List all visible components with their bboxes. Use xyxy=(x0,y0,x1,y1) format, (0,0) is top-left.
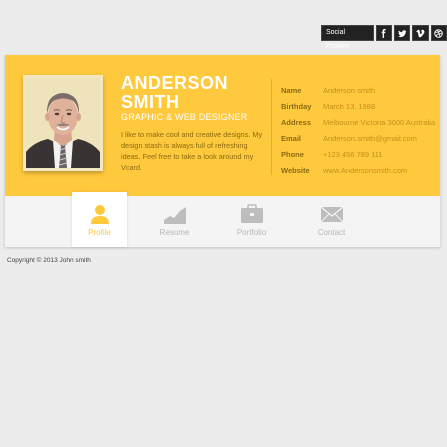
tab-label: Profile xyxy=(88,228,111,237)
vimeo-icon xyxy=(416,29,425,37)
info-value: March 13, 1988 xyxy=(323,101,376,111)
info-value: Anderson smith xyxy=(323,85,376,95)
envelope-icon xyxy=(320,206,343,223)
profile-name: ANDERSON SMITH xyxy=(121,74,228,112)
tab-contact[interactable]: Contact xyxy=(304,192,359,247)
info-key: Email xyxy=(281,133,302,143)
chart-icon xyxy=(163,207,186,224)
facebook-button[interactable] xyxy=(375,25,392,41)
tab-label: Contact xyxy=(317,228,346,237)
portrait-image xyxy=(26,78,100,168)
first-name: ANDERSON xyxy=(121,73,229,93)
tab-portfolio[interactable]: Portfolio xyxy=(224,192,279,247)
social-profiles-label: Social Profiles xyxy=(321,25,374,50)
twitter-icon xyxy=(397,29,407,37)
profile-header: ANDERSON SMITH GRAPHIC & WEB DESIGNER I … xyxy=(5,55,440,196)
info-row-phone: Phone +123 456 789 111 xyxy=(281,146,435,162)
info-key: Name xyxy=(281,85,302,95)
vcard: ANDERSON SMITH GRAPHIC & WEB DESIGNER I … xyxy=(5,55,440,247)
dribbble-button[interactable] xyxy=(430,25,447,41)
user-icon xyxy=(90,205,109,224)
info-row-name: Name Anderson smith xyxy=(281,82,435,98)
info-key: Birthday xyxy=(281,101,312,111)
info-key: Phone xyxy=(281,149,304,159)
profile-role: GRAPHIC & WEB DESIGNER xyxy=(121,112,248,122)
info-row-birthday: Birthday March 13, 1988 xyxy=(281,98,435,114)
profile-bio: I like to make cool and creative designs… xyxy=(121,130,263,172)
info-list: Name Anderson smith Birthday March 13, 1… xyxy=(281,82,435,178)
info-row-address: Address Melbourne Victoria 3000 Australi… xyxy=(281,114,435,130)
info-row-email: Email Anderson.smith@gmail.com xyxy=(281,130,435,146)
tab-label: Portfolio xyxy=(236,228,267,237)
facebook-icon xyxy=(381,28,386,38)
info-value: Melbourne Victoria 3000 Australia xyxy=(323,117,436,127)
dribbble-icon xyxy=(434,28,444,38)
copyright-text: Copyright © 2013 John smith xyxy=(7,257,91,264)
email-link[interactable]: Anderson.smith@gmail.com xyxy=(323,134,417,143)
info-key: Website xyxy=(281,165,310,175)
tab-resume[interactable]: Resume xyxy=(147,192,202,247)
tab-label: Resume xyxy=(159,228,190,237)
info-key: Address xyxy=(281,117,312,127)
profile-photo xyxy=(23,75,103,171)
info-row-website: Website www.Andersonsmith.com xyxy=(281,162,435,178)
social-profiles-bar: Social Profiles xyxy=(321,25,447,50)
briefcase-icon xyxy=(240,204,263,223)
website-link[interactable]: www.Andersonsmith.com xyxy=(323,166,407,175)
info-value: +123 456 789 111 xyxy=(323,149,383,159)
section-nav: Profile Resume Portfolio Contact xyxy=(5,192,440,247)
tab-profile[interactable]: Profile xyxy=(72,192,127,247)
vimeo-button[interactable] xyxy=(412,25,429,41)
twitter-button[interactable] xyxy=(393,25,411,41)
vertical-divider xyxy=(271,79,272,175)
last-name: SMITH xyxy=(121,92,180,112)
